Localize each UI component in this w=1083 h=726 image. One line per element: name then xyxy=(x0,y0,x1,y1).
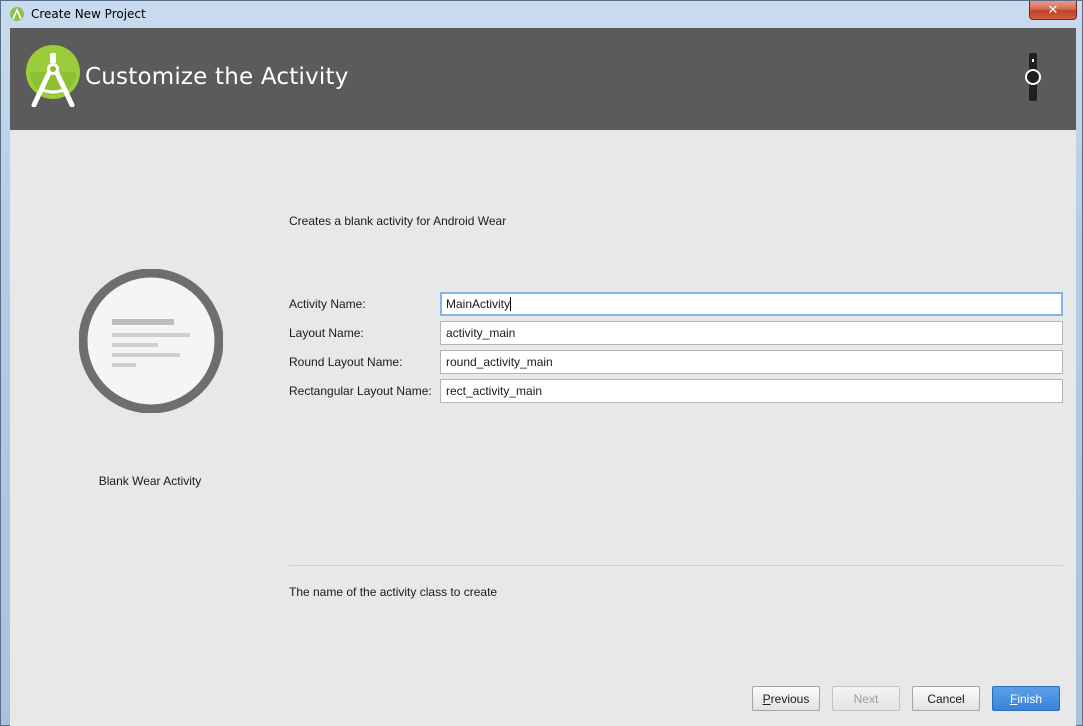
finish-mnemonic: F xyxy=(1009,691,1018,706)
activity-name-value: MainActivity xyxy=(446,297,511,311)
close-button[interactable]: ✕ xyxy=(1029,1,1077,20)
template-name: Blank Wear Activity xyxy=(98,474,202,488)
rect-layout-name-label: Rectangular Layout Name: xyxy=(289,384,432,398)
text-caret xyxy=(510,297,512,311)
activity-name-row: Activity Name: MainActivity xyxy=(289,292,1063,316)
layout-name-row: Layout Name: activity_main xyxy=(289,321,1063,345)
title-bar[interactable]: Create New Project ✕ xyxy=(1,1,1083,27)
activity-name-field[interactable]: MainActivity xyxy=(440,292,1063,316)
divider xyxy=(289,565,1063,566)
blank-wear-activity-icon xyxy=(78,268,224,414)
cancel-button[interactable]: Cancel xyxy=(912,686,980,711)
wear-watch-icon xyxy=(1023,53,1043,101)
template-description: Creates a blank activity for Android Wea… xyxy=(289,214,507,228)
next-button[interactable]: Next xyxy=(832,686,900,711)
finish-label: inish xyxy=(1017,691,1043,706)
rect-layout-name-row: Rectangular Layout Name: rect_activity_m… xyxy=(289,379,1063,403)
wizard-header: Customize the Activity xyxy=(10,28,1076,130)
page-title: Customize the Activity xyxy=(85,64,349,90)
dialog-window: Create New Project ✕ Customize the Activ… xyxy=(0,0,1083,726)
layout-name-field[interactable]: activity_main xyxy=(440,321,1063,345)
round-layout-name-field[interactable]: round_activity_main xyxy=(440,350,1063,374)
finish-button[interactable]: Finish xyxy=(992,686,1060,711)
dialog-content: Customize the Activity Blank Wear Activi… xyxy=(10,28,1076,726)
round-layout-name-label: Round Layout Name: xyxy=(289,355,403,369)
field-help-text: The name of the activity class to create xyxy=(289,585,498,599)
activity-name-label: Activity Name: xyxy=(289,297,366,311)
rect-layout-name-field[interactable]: rect_activity_main xyxy=(440,379,1063,403)
previous-label: revious xyxy=(770,691,810,706)
window-title: Create New Project xyxy=(31,7,146,21)
previous-mnemonic: P xyxy=(762,691,771,706)
layout-name-label: Layout Name: xyxy=(289,326,364,340)
round-layout-name-row: Round Layout Name: round_activity_main xyxy=(289,350,1063,374)
previous-button[interactable]: Previous xyxy=(752,686,820,711)
android-studio-icon xyxy=(26,45,80,108)
close-icon: ✕ xyxy=(1047,2,1059,18)
android-studio-icon xyxy=(9,6,25,22)
